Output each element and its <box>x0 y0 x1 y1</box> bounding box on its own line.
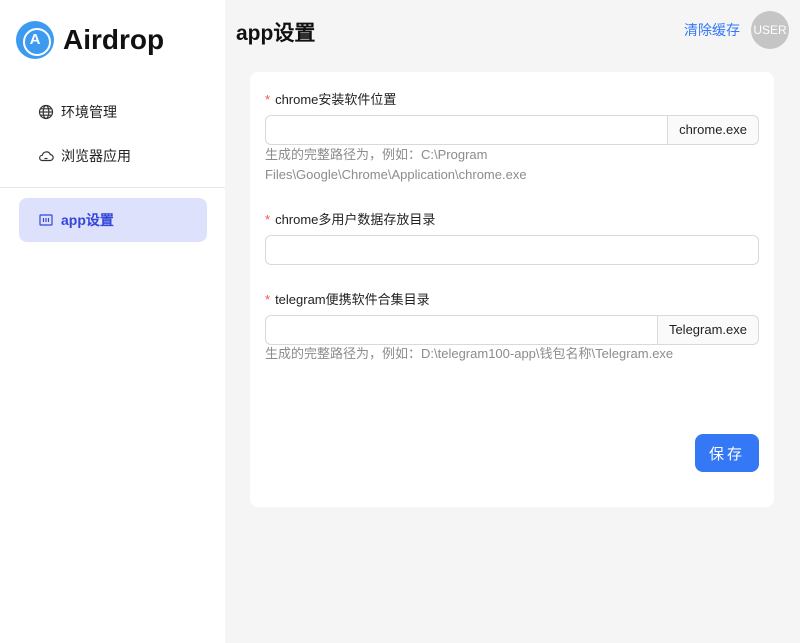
clear-cache-link[interactable]: 清除缓存 <box>684 20 740 40</box>
sidebar: A Airdrop 环境管理 浏览器应用 app设置 <box>0 0 225 643</box>
sidebar-item-app-settings[interactable]: app设置 <box>19 198 207 242</box>
telegram-path-hint: 生成的完整路径为，例如：D:\telegram100-app\钱包名称\Tele… <box>265 346 674 361</box>
app-name: Airdrop <box>63 24 165 55</box>
sidebar-item-environment[interactable]: 环境管理 <box>19 90 207 134</box>
chrome-data-label-text: chrome多用户数据存放目录 <box>275 212 436 227</box>
chrome-path-label-text: chrome安装软件位置 <box>275 92 397 107</box>
app-logo[interactable]: A Airdrop <box>16 21 164 59</box>
chrome-exe-addon: chrome.exe <box>668 115 759 145</box>
chrome-path-input[interactable] <box>265 115 669 145</box>
sidebar-item-browser-apps[interactable]: 浏览器应用 <box>19 134 207 178</box>
chrome-data-label: * chrome多用户数据存放目录 <box>265 209 435 228</box>
globe-icon <box>38 104 54 120</box>
telegram-exe-addon: Telegram.exe <box>657 315 759 345</box>
required-mark: * <box>265 212 271 227</box>
logo-letter: A <box>29 31 41 48</box>
airdrop-logo-icon: A <box>16 21 54 59</box>
settings-panel-icon <box>38 212 54 228</box>
sidebar-item-label: 环境管理 <box>61 104 117 120</box>
chrome-data-input[interactable] <box>265 235 759 265</box>
chrome-path-input-group: chrome.exe <box>265 115 759 145</box>
telegram-path-input[interactable] <box>265 315 658 345</box>
sidebar-item-label: 浏览器应用 <box>61 148 131 164</box>
telegram-path-label: * telegram便携软件合集目录 <box>265 289 430 308</box>
save-button[interactable]: 保存 <box>695 434 759 472</box>
sidebar-item-label: app设置 <box>61 212 114 228</box>
sidebar-divider <box>0 187 225 188</box>
user-avatar[interactable]: USER <box>751 11 789 49</box>
telegram-path-input-group: Telegram.exe <box>265 315 759 345</box>
required-mark: * <box>265 92 271 107</box>
page-title: app设置 <box>236 22 316 45</box>
chrome-path-hint: 生成的完整路径为，例如：C:\Program Files\Google\Chro… <box>265 147 527 182</box>
telegram-path-label-text: telegram便携软件合集目录 <box>275 292 430 307</box>
chrome-path-label: * chrome安装软件位置 <box>265 89 396 108</box>
chrome-data-input-group <box>265 235 759 265</box>
required-mark: * <box>265 292 271 307</box>
cloud-icon <box>38 148 54 164</box>
